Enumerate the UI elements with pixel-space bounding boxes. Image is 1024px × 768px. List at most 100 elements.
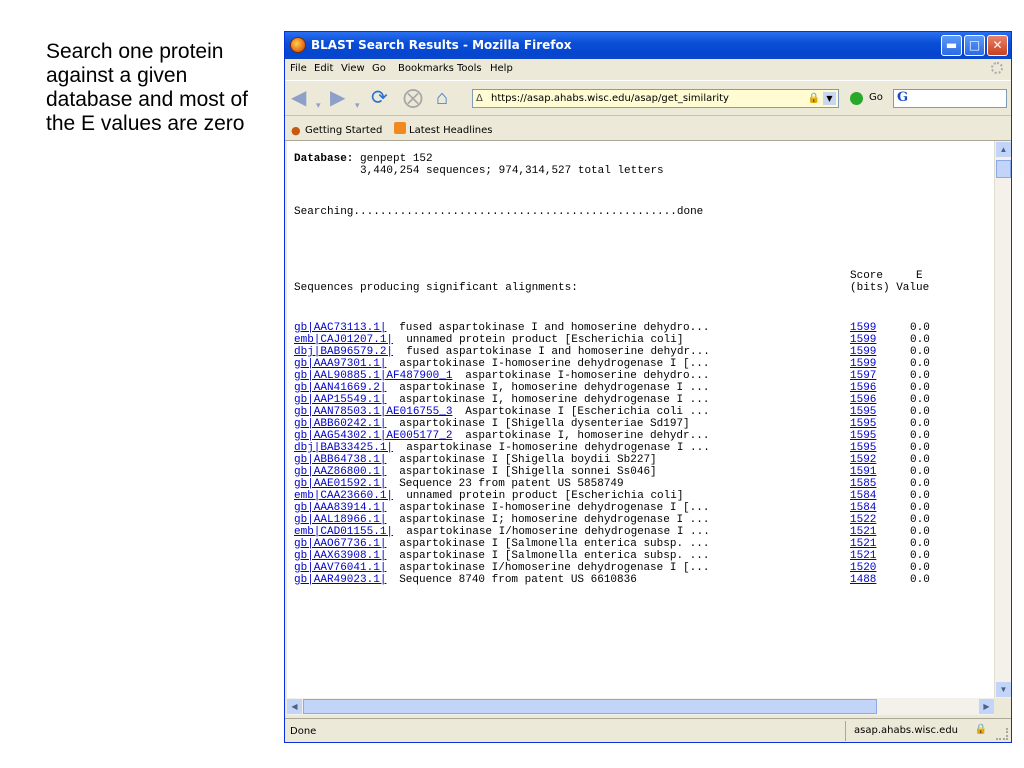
vertical-scrollbar[interactable]: ▲ ▼ <box>994 141 1011 698</box>
score-link[interactable]: 1599 <box>850 334 876 346</box>
accession-link[interactable]: dbj|BAB96579.2| <box>294 346 393 358</box>
score-link[interactable]: 1522 <box>850 514 876 526</box>
accession-link[interactable]: gb|AAV76041.1| <box>294 562 386 574</box>
accession-link[interactable]: gb|ABB64738.1| <box>294 454 386 466</box>
forward-icon[interactable]: ▶ <box>330 87 345 109</box>
accession-link[interactable]: gb|AAN78503.1|AE016755_3 <box>294 406 452 418</box>
status-bar: Done asap.ahabs.wisc.edu 🔒 <box>285 718 1011 743</box>
e-value: 0.0 <box>910 502 930 514</box>
alignment-list: gb|AAC73113.1| fused aspartokinase I and… <box>294 322 994 586</box>
accession-link[interactable]: gb|AAL90885.1|AF487900_1 <box>294 370 452 382</box>
accession-link[interactable]: gb|AAA97301.1| <box>294 358 386 370</box>
score-link[interactable]: 1599 <box>850 322 876 334</box>
score-link[interactable]: 1595 <box>850 442 876 454</box>
back-dropdown-icon[interactable]: ▾ <box>316 94 321 116</box>
e-value: 0.0 <box>910 358 930 370</box>
accession-link[interactable]: emb|CAA23660.1| <box>294 490 393 502</box>
score-link[interactable]: 1592 <box>850 454 876 466</box>
table-row: gb|AAA83914.1| aspartokinase I-homoserin… <box>294 502 994 514</box>
bookmark-getting-started[interactable]: Getting Started <box>305 125 382 136</box>
accession-link[interactable]: gb|AAO67736.1| <box>294 538 386 550</box>
sequence-description: fused aspartokinase I and homoserine deh… <box>386 322 710 334</box>
accession-link[interactable]: gb|AAG54302.1|AE005177_2 <box>294 430 452 442</box>
reload-icon[interactable]: ⟳ <box>371 87 388 109</box>
minimize-button[interactable]: ▬ <box>941 35 962 56</box>
e-value: 0.0 <box>910 322 930 334</box>
vertical-scroll-thumb[interactable] <box>996 160 1011 178</box>
score-link[interactable]: 1596 <box>850 382 876 394</box>
score-link[interactable]: 1591 <box>850 466 876 478</box>
url-text: https://asap.ahabs.wisc.edu/asap/get_sim… <box>491 93 729 104</box>
menu-go[interactable]: Go <box>372 63 386 74</box>
maximize-button[interactable]: □ <box>964 35 985 56</box>
menu-file[interactable]: File <box>290 63 307 74</box>
menu-help[interactable]: Help <box>490 63 513 74</box>
home-icon[interactable]: ⌂ <box>436 87 448 109</box>
accession-link[interactable]: gb|ABB60242.1| <box>294 418 386 430</box>
menu-view[interactable]: View <box>341 63 365 74</box>
score-link[interactable]: 1585 <box>850 478 876 490</box>
accession-link[interactable]: gb|AAA83914.1| <box>294 502 386 514</box>
status-lock-icon[interactable]: 🔒 <box>975 724 987 735</box>
resize-grip-icon[interactable] <box>996 728 1008 740</box>
sequence-description: fused aspartokinase I and homoserine deh… <box>393 346 710 358</box>
score-link[interactable]: 1520 <box>850 562 876 574</box>
window-title: BLAST Search Results - Mozilla Firefox <box>311 38 572 52</box>
score-link[interactable]: 1521 <box>850 526 876 538</box>
scroll-up-icon[interactable]: ▲ <box>996 142 1011 157</box>
close-button[interactable]: ✕ <box>987 35 1008 56</box>
back-icon[interactable]: ◀ <box>291 87 306 109</box>
accession-link[interactable]: gb|AAP15549.1| <box>294 394 386 406</box>
table-row: gb|ABB64738.1| aspartokinase I [Shigella… <box>294 454 994 466</box>
stop-icon[interactable]: ⨂ <box>403 87 423 109</box>
search-input[interactable]: G <box>893 89 1007 108</box>
score-link[interactable]: 1599 <box>850 346 876 358</box>
e-value: 0.0 <box>910 334 930 346</box>
accession-link[interactable]: gb|AAL18966.1| <box>294 514 386 526</box>
score-link[interactable]: 1595 <box>850 406 876 418</box>
score-link[interactable]: 1599 <box>850 358 876 370</box>
accession-link[interactable]: emb|CAJ01207.1| <box>294 334 393 346</box>
score-link[interactable]: 1595 <box>850 418 876 430</box>
bookmark-latest-headlines[interactable]: Latest Headlines <box>409 125 493 136</box>
google-icon[interactable]: G <box>897 90 908 105</box>
accession-link[interactable]: gb|AAC73113.1| <box>294 322 386 334</box>
forward-dropdown-icon[interactable]: ▾ <box>355 94 360 116</box>
sequence-description: aspartokinase I, homoserine dehydr... <box>452 430 710 442</box>
e-value: 0.0 <box>910 430 930 442</box>
menu-edit[interactable]: Edit <box>314 63 333 74</box>
score-link[interactable]: 1584 <box>850 502 876 514</box>
go-icon[interactable] <box>850 92 863 105</box>
url-dropdown-icon[interactable]: ▼ <box>823 92 836 105</box>
horizontal-scroll-thumb[interactable] <box>303 699 877 714</box>
scroll-down-icon[interactable]: ▼ <box>996 682 1011 697</box>
score-link[interactable]: 1521 <box>850 550 876 562</box>
horizontal-scrollbar[interactable]: ◀ ▶ <box>287 698 994 715</box>
score-link[interactable]: 1584 <box>850 490 876 502</box>
accession-link[interactable]: gb|AAZ86800.1| <box>294 466 386 478</box>
table-row: gb|AAR49023.1| Sequence 8740 from patent… <box>294 574 994 586</box>
e-value: 0.0 <box>910 466 930 478</box>
url-bar[interactable]: Δ https://asap.ahabs.wisc.edu/asap/get_s… <box>472 89 839 108</box>
menu-tools[interactable]: Tools <box>457 63 482 74</box>
accession-link[interactable]: emb|CAD01155.1| <box>294 526 393 538</box>
sequence-description: aspartokinase I, homoserine dehydrogenas… <box>386 394 710 406</box>
score-link[interactable]: 1488 <box>850 574 876 586</box>
title-bar[interactable]: BLAST Search Results - Mozilla Firefox ▬… <box>285 32 1011 59</box>
accession-link[interactable]: gb|AAX63908.1| <box>294 550 386 562</box>
score-link[interactable]: 1521 <box>850 538 876 550</box>
scroll-right-icon[interactable]: ▶ <box>979 699 994 714</box>
accession-link[interactable]: gb|AAE01592.1| <box>294 478 386 490</box>
e-value: 0.0 <box>910 406 930 418</box>
menu-bookmarks[interactable]: Bookmarks <box>398 63 454 74</box>
table-row: gb|AAP15549.1| aspartokinase I, homoseri… <box>294 394 994 406</box>
score-link[interactable]: 1595 <box>850 430 876 442</box>
scroll-left-icon[interactable]: ◀ <box>287 699 302 714</box>
go-button[interactable]: Go <box>869 92 883 103</box>
accession-link[interactable]: gb|AAR49023.1| <box>294 574 386 586</box>
e-value: 0.0 <box>910 514 930 526</box>
score-link[interactable]: 1596 <box>850 394 876 406</box>
score-link[interactable]: 1597 <box>850 370 876 382</box>
accession-link[interactable]: gb|AAN41669.2| <box>294 382 386 394</box>
accession-link[interactable]: dbj|BAB33425.1| <box>294 442 393 454</box>
